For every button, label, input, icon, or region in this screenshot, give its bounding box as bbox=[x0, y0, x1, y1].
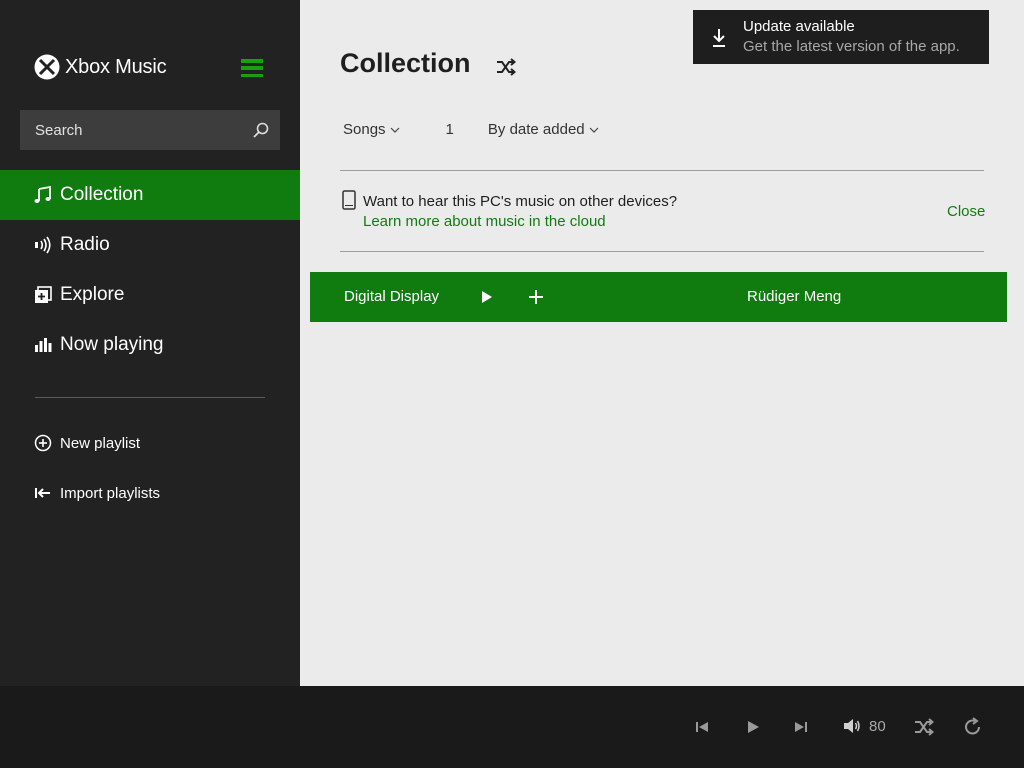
download-icon bbox=[713, 29, 725, 47]
volume-icon bbox=[844, 719, 860, 733]
explore-icon bbox=[35, 286, 52, 303]
play-icon[interactable] bbox=[744, 718, 762, 736]
cloud-promo-text: Want to hear this PC's music on other de… bbox=[363, 193, 678, 210]
collection-filters: Songs 1 By date added bbox=[343, 121, 599, 138]
next-icon[interactable] bbox=[792, 718, 810, 736]
toast-subtitle: Get the latest version of the app. bbox=[743, 38, 960, 55]
nav-item-now-playing[interactable]: Now playing bbox=[0, 320, 300, 370]
type-dropdown[interactable]: Songs bbox=[343, 121, 400, 138]
search-input[interactable] bbox=[35, 121, 252, 139]
search-box bbox=[20, 110, 280, 150]
type-dropdown-label: Songs bbox=[343, 121, 386, 138]
page-title: Collection bbox=[340, 48, 471, 78]
search-icon[interactable] bbox=[252, 121, 270, 139]
song-title: Digital Display bbox=[344, 288, 440, 305]
xbox-logo-icon bbox=[34, 54, 60, 80]
nav-label: Now playing bbox=[60, 334, 164, 355]
divider bbox=[340, 251, 984, 252]
song-artist: Rüdiger Meng bbox=[747, 288, 842, 305]
plus-circle-icon bbox=[34, 434, 52, 452]
bars-icon bbox=[35, 338, 52, 352]
import-icon bbox=[35, 488, 50, 498]
sort-dropdown[interactable]: By date added bbox=[488, 121, 599, 138]
import-playlists-label: Import playlists bbox=[60, 484, 161, 502]
music-note-icon bbox=[34, 186, 51, 203]
sort-dropdown-label: By date added bbox=[487, 121, 585, 138]
shuffle-icon[interactable] bbox=[914, 717, 934, 737]
song-row[interactable]: Digital Display Rüdiger Meng bbox=[310, 272, 1007, 322]
nav-item-collection[interactable]: Collection bbox=[0, 170, 300, 220]
nav-label: Radio bbox=[60, 234, 110, 255]
sidebar-divider bbox=[35, 397, 265, 398]
app-brand: Xbox Music bbox=[34, 54, 167, 80]
repeat-icon[interactable] bbox=[963, 717, 983, 737]
volume-control[interactable]: 80 bbox=[843, 717, 886, 735]
divider bbox=[340, 170, 984, 171]
shuffle-icon[interactable] bbox=[496, 57, 516, 77]
item-count: 1 bbox=[445, 121, 454, 138]
close-promo-button[interactable]: Close bbox=[947, 203, 985, 220]
nav-item-explore[interactable]: Explore bbox=[0, 270, 300, 320]
chevron-down-icon bbox=[390, 127, 399, 133]
previous-icon[interactable] bbox=[693, 718, 711, 736]
app-title: Xbox Music bbox=[65, 55, 167, 78]
main-nav: Collection Radio Explore Now playing bbox=[0, 170, 300, 370]
play-icon[interactable] bbox=[481, 291, 493, 303]
nav-label: Explore bbox=[60, 284, 125, 305]
nav-item-radio[interactable]: Radio bbox=[0, 220, 300, 270]
sidebar: Xbox Music Collection bbox=[0, 0, 300, 686]
update-toast[interactable]: Update available Get the latest version … bbox=[693, 10, 989, 64]
player-bar: 80 bbox=[0, 686, 1024, 768]
import-playlists-button[interactable]: Import playlists bbox=[34, 484, 160, 502]
volume-level: 80 bbox=[869, 717, 886, 735]
menu-icon[interactable] bbox=[241, 59, 263, 77]
add-icon[interactable] bbox=[528, 289, 544, 305]
cloud-learn-more-link[interactable]: Learn more about music in the cloud bbox=[363, 213, 606, 230]
phone-icon bbox=[342, 190, 356, 210]
toast-title: Update available bbox=[743, 18, 855, 35]
new-playlist-button[interactable]: New playlist bbox=[34, 434, 140, 452]
radio-icon bbox=[35, 236, 51, 254]
new-playlist-label: New playlist bbox=[60, 434, 141, 452]
nav-label: Collection bbox=[60, 184, 144, 205]
chevron-down-icon bbox=[589, 127, 599, 133]
